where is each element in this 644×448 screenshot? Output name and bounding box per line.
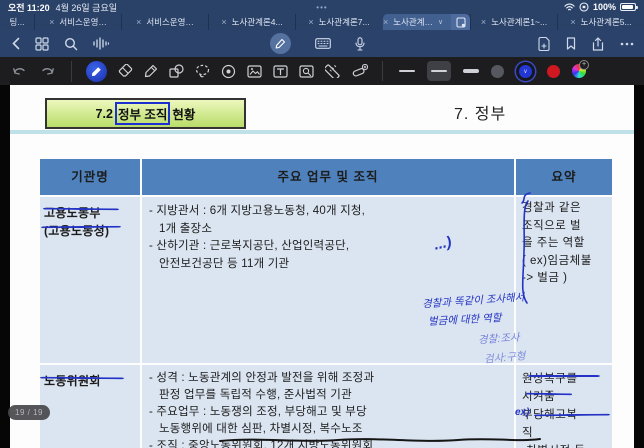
reader-view-button[interactable]	[451, 14, 470, 30]
stroke-thick-option[interactable]	[463, 69, 479, 73]
tab-5-active[interactable]: × 노사관계… ∨	[382, 14, 470, 30]
tab-bar: 팅... ×서비스운영… ×서비스운영… ×노사관계론4... ×노사관계론7.…	[0, 14, 644, 30]
page-icon	[456, 17, 466, 28]
pen-mode-button[interactable]	[270, 33, 291, 54]
battery-icon	[620, 3, 636, 11]
laser-pointer-icon[interactable]	[221, 64, 236, 79]
title-suffix: 현황	[172, 104, 195, 123]
tab-close-icon[interactable]: ×	[383, 17, 388, 27]
tab-close-icon[interactable]: ×	[221, 17, 226, 27]
shapes-icon[interactable]	[169, 64, 184, 78]
col-header-duties: 주요 업무 및 조직	[142, 159, 514, 195]
nav-toolbar	[0, 30, 644, 57]
audio-waveform-icon[interactable]	[93, 37, 109, 50]
undo-icon[interactable]	[12, 65, 27, 77]
tab-0[interactable]: 팅...	[0, 14, 34, 30]
pen-scribble: ...)	[432, 233, 453, 253]
text-tool-icon[interactable]	[273, 65, 288, 78]
status-bar: 오전 11:20 4월 26일 금요일 ••• 100%	[0, 0, 644, 14]
slide-title-box: 7.2 정부 조직 현황	[45, 98, 246, 129]
section-heading: 7. 정부	[454, 100, 506, 124]
search-icon[interactable]	[64, 37, 78, 51]
rotation-lock-icon	[579, 2, 589, 12]
color-wheel-add-button[interactable]	[572, 64, 586, 78]
tab-4[interactable]: ×노사관계론7...	[295, 14, 382, 30]
page-indicator[interactable]: 19 / 19	[8, 405, 50, 420]
institution-name: 고용노동부 (고용노동청)	[40, 197, 140, 363]
ipad-screen: 오전 11:20 4월 26일 금요일 ••• 100% 팅... ×서비스운영…	[0, 0, 644, 448]
highlighter-icon[interactable]	[144, 64, 158, 78]
more-icon[interactable]	[620, 42, 634, 46]
grid-view-icon[interactable]	[35, 37, 49, 51]
tab-2[interactable]: ×서비스운영…	[121, 14, 208, 30]
stroke-medium-option-selected[interactable]	[427, 61, 451, 81]
pen-strikethrough	[218, 435, 542, 445]
multitasking-indicator[interactable]: •••	[316, 3, 327, 12]
duties-cell: - 지방관서 : 6개 지방고용노동청, 40개 지청, 1개 출장소 - 산하…	[142, 197, 514, 363]
table-header-row: 기관명 주요 업무 및 조직 요약	[40, 159, 612, 195]
tab-6[interactable]: ×노사관계론1~...	[470, 14, 557, 30]
image-icon[interactable]	[247, 65, 262, 78]
pen-icon	[91, 66, 102, 77]
divider-line	[10, 130, 634, 134]
keyboard-icon[interactable]	[315, 38, 331, 49]
chevron-down-icon: ∨	[519, 65, 532, 78]
tab-7[interactable]: ×노사관계론5...	[557, 14, 644, 30]
back-chevron-icon[interactable]	[12, 37, 20, 50]
tab-close-icon[interactable]: ×	[570, 17, 575, 27]
color-blue-swatch-selected[interactable]: ∨	[516, 62, 535, 81]
wifi-icon	[564, 3, 575, 12]
stroke-thin-option[interactable]	[399, 70, 415, 72]
tab-close-icon[interactable]: ×	[481, 17, 486, 27]
redo-icon[interactable]	[40, 65, 55, 77]
document-canvas[interactable]: 7.2 정부 조직 현황 7. 정부 기관명 주요 업무 및 조직 요약 고용노…	[0, 85, 644, 448]
ruler-icon[interactable]	[325, 64, 341, 78]
col-header-summary: 요약	[516, 159, 612, 195]
date: 4월 26일 금요일	[56, 1, 117, 14]
tab-close-icon[interactable]: ×	[136, 17, 141, 27]
microphone-icon[interactable]	[355, 37, 365, 51]
lasso-icon[interactable]	[195, 64, 210, 78]
pen-underline	[528, 375, 600, 377]
tab-close-icon[interactable]: ×	[49, 17, 54, 27]
tab-1[interactable]: ×서비스운영…	[34, 14, 121, 30]
battery-percent: 100%	[593, 2, 616, 12]
pen-toolbar: ∨	[0, 57, 644, 85]
pdf-page[interactable]: 7.2 정부 조직 현황 7. 정부 기관명 주요 업무 및 조직 요약 고용노…	[10, 85, 634, 448]
add-page-icon[interactable]	[538, 37, 550, 51]
eraser-icon[interactable]	[118, 64, 133, 78]
title-prefix: 7.2	[96, 107, 113, 121]
handwritten-ex-label: ex)	[515, 407, 529, 418]
add-pen-icon[interactable]	[352, 64, 368, 78]
tab-3[interactable]: ×노사관계론4...	[208, 14, 295, 30]
color-gray-swatch[interactable]	[491, 65, 504, 78]
pen-box-annotation: 정부 조직	[115, 102, 170, 125]
pen-tool-selected[interactable]	[86, 61, 107, 82]
col-header-institution: 기관명	[40, 159, 140, 195]
clock: 오전 11:20	[8, 1, 50, 14]
color-red-swatch[interactable]	[547, 65, 560, 78]
bookmark-icon[interactable]	[566, 37, 576, 50]
handwritten-note: 경찰:조사	[478, 330, 521, 348]
pencil-icon	[275, 38, 286, 49]
share-icon[interactable]	[592, 37, 604, 51]
sticker-icon[interactable]	[299, 65, 314, 78]
chevron-down-icon[interactable]: ∨	[438, 18, 443, 26]
tab-close-icon[interactable]: ×	[308, 17, 313, 27]
